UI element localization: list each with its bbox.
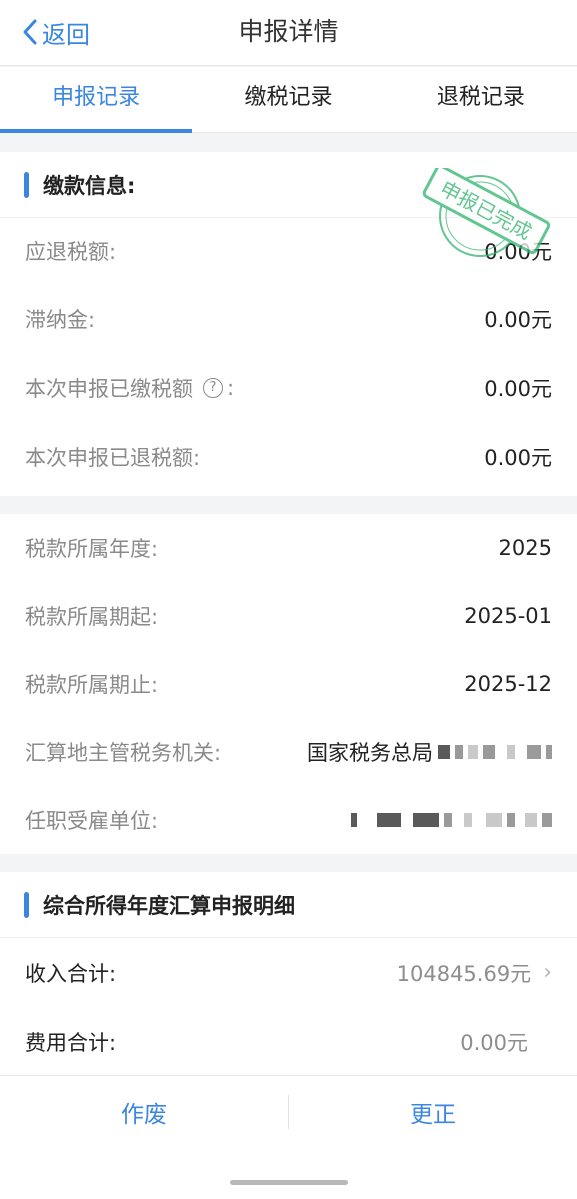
- home-indicator: [230, 1180, 348, 1185]
- row-value: 2025: [498, 536, 552, 560]
- row-value: 0.00元: [484, 240, 552, 264]
- info-row: 税款所属年度: 2025: [0, 514, 577, 582]
- income-total-row[interactable]: 收入合计: 104845.69元 ›: [0, 938, 577, 1007]
- info-row: 任职受雇单位:: [0, 786, 577, 854]
- row-label: 税款所属期止:: [25, 673, 159, 697]
- row-label: 税款所属年度:: [25, 537, 159, 561]
- page-title: 申报详情: [238, 17, 339, 46]
- row-value: 0.00元: [460, 1030, 528, 1055]
- section-marker: [24, 171, 29, 198]
- info-row: 应退税额: 0.00元: [0, 218, 577, 284]
- row-value: 2025-01: [464, 604, 552, 628]
- row-label: 收入合计:: [25, 961, 117, 986]
- section-marker: [24, 891, 29, 918]
- payment-info-card: 缴款信息: 应退税额: 0.00元 滞纳金: 0.00元 本次申报已缴税额 ? …: [0, 152, 577, 496]
- row-value: 0.00元: [484, 445, 552, 470]
- action-bar: 作废 更正: [0, 1076, 577, 1148]
- row-label: 税款所属期起:: [25, 605, 159, 629]
- info-row: 滞纳金: 0.00元: [0, 284, 577, 353]
- info-row: 税款所属期止: 2025-12: [0, 650, 577, 718]
- row-label-text: 本次申报已缴税额: [25, 376, 193, 401]
- tab-declaration-records[interactable]: 申报记录: [0, 67, 193, 133]
- row-label: 滞纳金:: [25, 307, 96, 332]
- info-row: 汇算地主管税务机关: 国家税务总局: [0, 718, 577, 786]
- chevron-right-icon: ›: [543, 960, 552, 985]
- info-row: 本次申报已退税额: 0.00元: [0, 422, 577, 491]
- section-header-payment: 缴款信息:: [0, 152, 577, 218]
- section-header-detail: 综合所得年度汇算申报明细: [0, 872, 577, 938]
- row-label: 应退税额:: [25, 240, 117, 264]
- row-label: 本次申报已退税额:: [25, 445, 201, 470]
- expense-total-row: 费用合计: 0.00元: [0, 1007, 577, 1076]
- section-title: 综合所得年度汇算申报明细: [43, 893, 295, 918]
- row-label: 汇算地主管税务机关:: [25, 741, 222, 765]
- action-footer: 作废 更正: [0, 1075, 577, 1199]
- row-label: 费用合计:: [25, 1030, 117, 1055]
- tax-authority-value: 国家税务总局: [307, 737, 552, 767]
- row-label: 任职受雇单位:: [25, 809, 159, 833]
- row-label-with-help: 本次申报已缴税额 ? :: [25, 373, 234, 403]
- tab-refund-records[interactable]: 退税记录: [385, 67, 577, 132]
- nav-header: 返回 申报详情: [0, 0, 577, 66]
- void-button[interactable]: 作废: [0, 1095, 288, 1129]
- employer-value-redacted: [346, 813, 552, 827]
- row-label-colon: :: [227, 375, 235, 400]
- section-title: 缴款信息:: [43, 173, 136, 198]
- question-circle-icon[interactable]: ?: [203, 377, 223, 398]
- info-row: 本次申报已缴税额 ? : 0.00元: [0, 353, 577, 422]
- row-value: 104845.69元 ›: [397, 958, 552, 988]
- row-value: 2025-12: [464, 672, 552, 696]
- tax-period-card: 税款所属年度: 2025 税款所属期起: 2025-01 税款所属期止: 202…: [0, 514, 577, 854]
- annual-detail-card: 综合所得年度汇算申报明细 收入合计: 104845.69元 › 费用合计: 0.…: [0, 872, 577, 1075]
- row-value: 0.00元: [484, 376, 552, 401]
- info-row: 税款所属期起: 2025-01: [0, 582, 577, 650]
- tab-bar: 申报记录 缴税记录 退税记录: [0, 67, 577, 133]
- row-value-text: 104845.69元: [396, 961, 532, 986]
- tax-authority-text: 国家税务总局: [307, 741, 433, 765]
- correct-button[interactable]: 更正: [289, 1095, 577, 1129]
- tab-payment-records[interactable]: 缴税记录: [192, 67, 384, 132]
- row-value: 0.00元: [484, 307, 552, 332]
